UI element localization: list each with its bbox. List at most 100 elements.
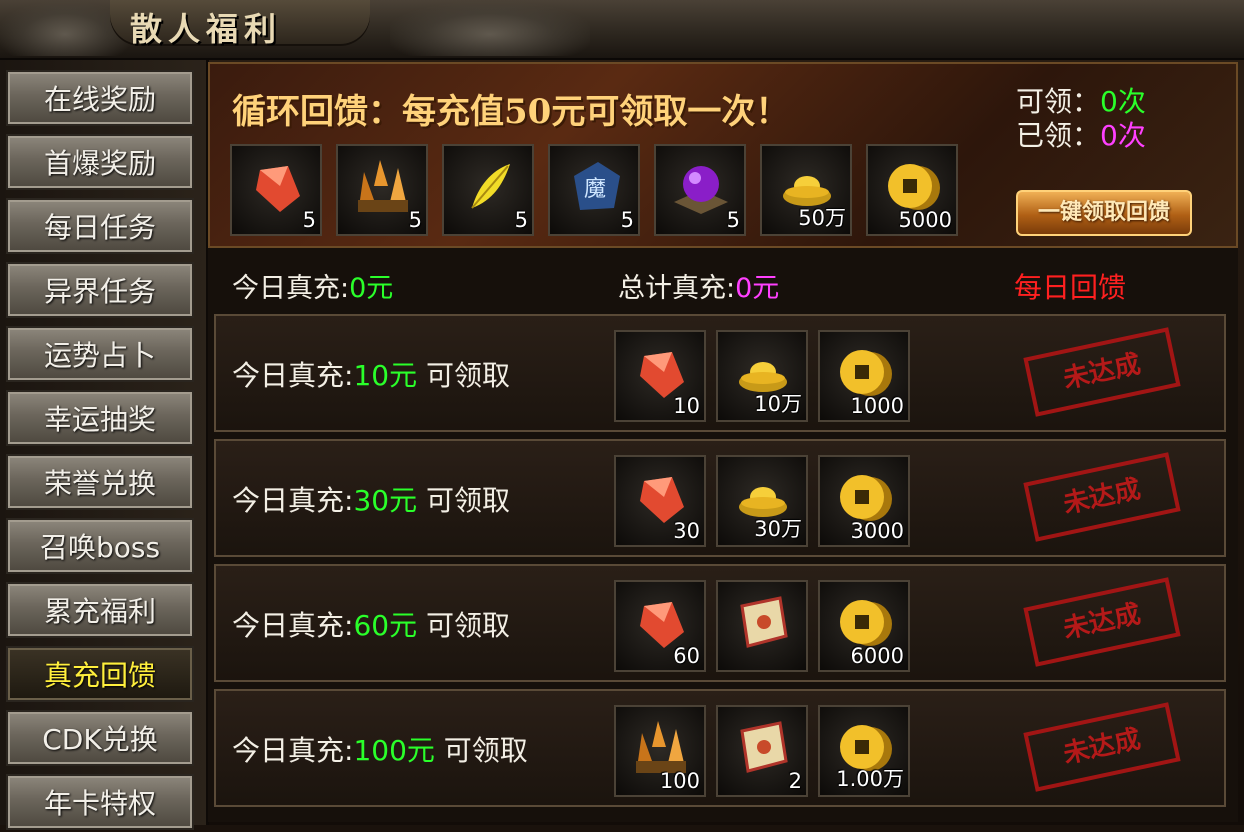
reward-quantity: 60 [673, 644, 700, 668]
tier-amount: 30元 [353, 484, 418, 517]
tier-label: 今日真充:60元 可领取 [232, 604, 510, 644]
banner-title: 循环回馈：每充值50元可领取一次！ [232, 92, 790, 132]
main-panel: 循环回馈：每充值50元可领取一次！ 可领：0次 已领：0次 5 5 5 魔 5 … [208, 62, 1238, 822]
sidebar-item-fortune[interactable]: 运势占卜 [6, 326, 194, 382]
claimed-label: 已领： [1016, 119, 1101, 152]
tier-label: 今日真充:10元 可领取 [232, 354, 510, 394]
reward-quantity: 50万 [798, 206, 846, 230]
demon-stone-icon: 魔 [574, 162, 620, 210]
sidebar-item-otherworld-task[interactable]: 异界任务 [6, 262, 194, 318]
tier-label-prefix: 今日真充: [232, 609, 354, 642]
tier-label: 今日真充:30元 可领取 [232, 479, 510, 519]
reward-slot[interactable]: 1.00万 [818, 705, 910, 797]
sidebar-item-cdk-exchange[interactable]: CDK兑换 [6, 710, 194, 766]
reward-slot[interactable]: 10 [614, 330, 706, 422]
reward-slot[interactable]: 5 [654, 144, 746, 236]
sidebar-item-annual-card[interactable]: 年卡特权 [6, 774, 194, 830]
today-recharge: 今日真充:0元 [232, 266, 393, 305]
tier-row: 今日真充:100元 可领取 100 2 1.00万 未达成 [214, 689, 1226, 807]
reward-slot[interactable]: 50万 [760, 144, 852, 236]
reward-slot[interactable] [716, 580, 808, 672]
reward-quantity: 3000 [850, 519, 904, 543]
cycle-feedback-banner: 循环回馈：每充值50元可领取一次！ 可领：0次 已领：0次 5 5 5 魔 5 … [208, 62, 1238, 248]
reward-slot[interactable]: 60 [614, 580, 706, 672]
claim-all-feedback-button[interactable]: 一键领取回馈 [1016, 190, 1192, 236]
not-reached-stamp: 未达成 [1023, 452, 1181, 542]
svg-text:魔: 魔 [584, 177, 606, 202]
scroll-icon [740, 596, 788, 648]
tier-label-prefix: 今日真充: [232, 734, 354, 767]
not-reached-stamp: 未达成 [1023, 577, 1181, 667]
reward-slot[interactable]: 30 [614, 455, 706, 547]
reward-quantity: 5 [408, 208, 422, 232]
daily-feedback-label: 每日回馈 [1014, 271, 1127, 304]
red-crystal-icon [256, 166, 300, 212]
reward-slot[interactable]: 5 [442, 144, 534, 236]
reward-quantity: 1000 [850, 394, 904, 418]
reward-slot[interactable]: 10万 [716, 330, 808, 422]
sidebar: 在线奖励 首爆奖励 每日任务 异界任务 运势占卜 幸运抽奖 荣誉兑换 召唤bos… [0, 60, 209, 830]
tier-row: 今日真充:10元 可领取 10 10万 1000 未达成 [214, 314, 1226, 432]
reward-quantity: 5 [620, 208, 634, 232]
sidebar-item-first-drop-reward[interactable]: 首爆奖励 [6, 134, 194, 190]
tier-label-prefix: 今日真充: [232, 359, 354, 392]
reward-quantity: 10万 [754, 392, 802, 416]
reward-quantity: 10 [673, 394, 700, 418]
reward-slot[interactable]: 1000 [818, 330, 910, 422]
reward-quantity: 6000 [850, 644, 904, 668]
reward-quantity: 1.00万 [836, 767, 904, 791]
claimed-value: 0次 [1100, 119, 1146, 152]
sidebar-item-summon-boss[interactable]: 召唤boss [6, 518, 194, 574]
tier-row: 今日真充:30元 可领取 30 30万 3000 未达成 [214, 439, 1226, 557]
tier-label: 今日真充:100元 可领取 [232, 729, 528, 769]
reward-quantity: 5 [726, 208, 740, 232]
tier-amount: 60元 [353, 609, 418, 642]
sidebar-item-cumulative-recharge[interactable]: 累充福利 [6, 582, 194, 638]
tier-suffix: 可领取 [417, 484, 510, 517]
tier-amount: 10元 [353, 359, 418, 392]
not-reached-stamp: 未达成 [1023, 702, 1181, 792]
reward-quantity: 5 [514, 208, 528, 232]
total-recharge: 总计真充:0元 [618, 266, 779, 305]
sidebar-item-daily-task[interactable]: 每日任务 [6, 198, 194, 254]
sidebar-item-online-reward[interactable]: 在线奖励 [6, 70, 194, 126]
reward-slot[interactable]: 100 [614, 705, 706, 797]
tier-label-prefix: 今日真充: [232, 484, 354, 517]
reward-slot[interactable]: 5000 [866, 144, 958, 236]
tier-suffix: 可领取 [434, 734, 528, 767]
tier-suffix: 可领取 [417, 609, 510, 642]
purple-orb-icon [674, 166, 728, 214]
reward-slot[interactable]: 魔 5 [548, 144, 640, 236]
claimed-count: 已领：0次 [1016, 114, 1146, 154]
scroll-icon [740, 721, 788, 773]
reward-slot[interactable]: 30万 [716, 455, 808, 547]
sidebar-item-real-recharge-feedback[interactable]: 真充回馈 [6, 646, 194, 702]
tier-row: 今日真充:60元 可领取 60 6000 未达成 [214, 564, 1226, 682]
reward-quantity: 5 [302, 208, 316, 232]
reward-quantity: 5000 [898, 208, 952, 232]
dragon-ornament-right-icon [390, 2, 590, 56]
not-reached-stamp: 未达成 [1023, 327, 1181, 417]
total-recharge-label: 总计真充: [618, 273, 736, 304]
tier-suffix: 可领取 [417, 359, 510, 392]
reward-quantity: 30万 [754, 517, 802, 541]
title-bar: 散人福利 [0, 0, 1244, 60]
today-recharge-value: 0元 [349, 273, 394, 304]
window-title: 散人福利 [130, 10, 283, 48]
game-window: 散人福利 在线奖励 首爆奖励 每日任务 异界任务 运势占卜 幸运抽奖 荣誉兑换 … [0, 0, 1244, 830]
reward-slot[interactable]: 5 [230, 144, 322, 236]
reward-quantity: 2 [788, 769, 802, 793]
reward-quantity: 100 [659, 769, 700, 793]
tier-amount: 100元 [353, 734, 435, 767]
total-recharge-value: 0元 [735, 273, 780, 304]
orange-crystal-cluster-icon [358, 160, 408, 212]
gold-feather-icon [471, 164, 510, 209]
reward-slot[interactable]: 6000 [818, 580, 910, 672]
reward-slot[interactable]: 5 [336, 144, 428, 236]
sidebar-item-lucky-draw[interactable]: 幸运抽奖 [6, 390, 194, 446]
sidebar-item-honor-exchange[interactable]: 荣誉兑换 [6, 454, 194, 510]
today-recharge-label: 今日真充: [232, 273, 350, 304]
reward-slot[interactable]: 3000 [818, 455, 910, 547]
reward-slot[interactable]: 2 [716, 705, 808, 797]
reward-quantity: 30 [673, 519, 700, 543]
